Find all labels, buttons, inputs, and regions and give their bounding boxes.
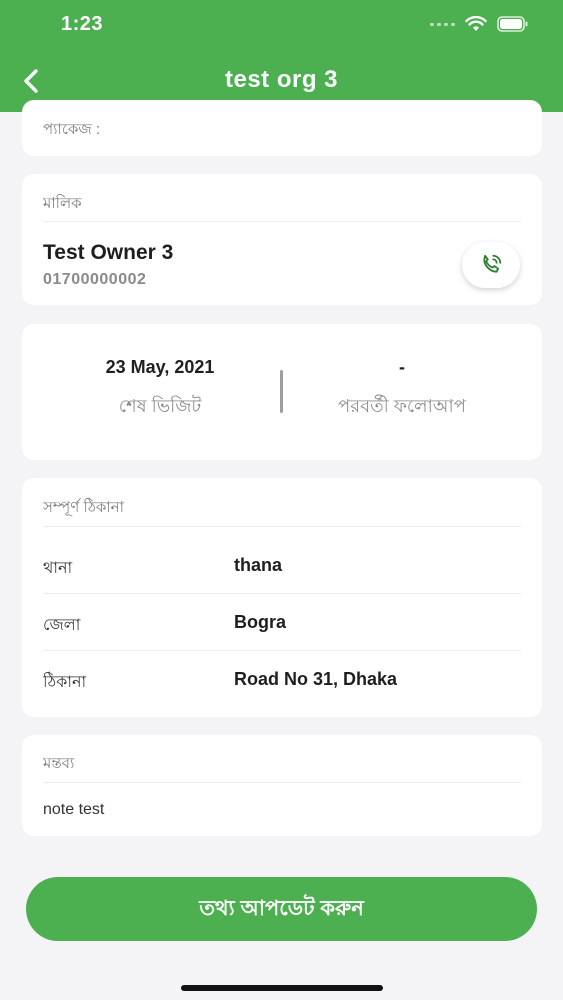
divider [43,221,521,222]
address-section-label: সম্পূর্ণ ঠিকানা [43,499,124,516]
owner-phone: 01700000002 [43,271,147,288]
address-card: সম্পূর্ণ ঠিকানা থানা thana জেলা Bogra ঠি… [22,478,542,717]
last-visit-label: শেষ ভিজিট [118,396,202,416]
address-value: Road No 31, Dhaka [234,669,398,689]
page-title: test org 3 [224,66,339,93]
app-header: 1:23 test org 3 [0,0,563,112]
thana-value: thana [234,555,283,575]
battery-icon [497,16,528,32]
last-visit: 23 May, 2021 শেষ ভিজিট [40,357,280,423]
home-indicator [181,985,383,991]
owner-card: মালিক Test Owner 3 01700000002 [22,174,542,305]
next-followup-date: - [399,357,405,377]
next-followup: - পরবর্তী ফলোআপ [282,357,522,423]
next-followup-label: পরবর্তী ফলোআপ [337,396,467,416]
note-section-label: মন্তব্য [43,755,75,772]
visit-card: 23 May, 2021 শেষ ভিজিট - পরবর্তী ফলোআপ [22,324,542,460]
owner-section-label: মালিক [43,195,82,212]
package-card: প্যাকেজ : [22,100,542,156]
status-time: 1:23 [61,13,104,35]
status-icons [430,16,529,32]
divider [43,650,521,651]
signal-icon [430,22,455,26]
phone-icon [483,254,502,273]
note-card: মন্তব্য note test [22,735,542,836]
note-text: note test [43,801,105,818]
update-info-button[interactable]: তথ্য আপডেট করুন [26,877,537,941]
thana-label: থানা [43,560,73,577]
district-label: জেলা [43,617,81,634]
divider [43,782,521,783]
package-label: প্যাকেজ : [43,121,101,138]
owner-name: Test Owner 3 [43,241,174,264]
wifi-icon [465,16,487,31]
address-label: ঠিকানা [43,674,87,691]
call-button[interactable] [462,242,520,288]
district-value: Bogra [234,612,287,632]
last-visit-date: 23 May, 2021 [105,357,215,377]
divider [43,593,521,594]
divider [43,526,521,527]
